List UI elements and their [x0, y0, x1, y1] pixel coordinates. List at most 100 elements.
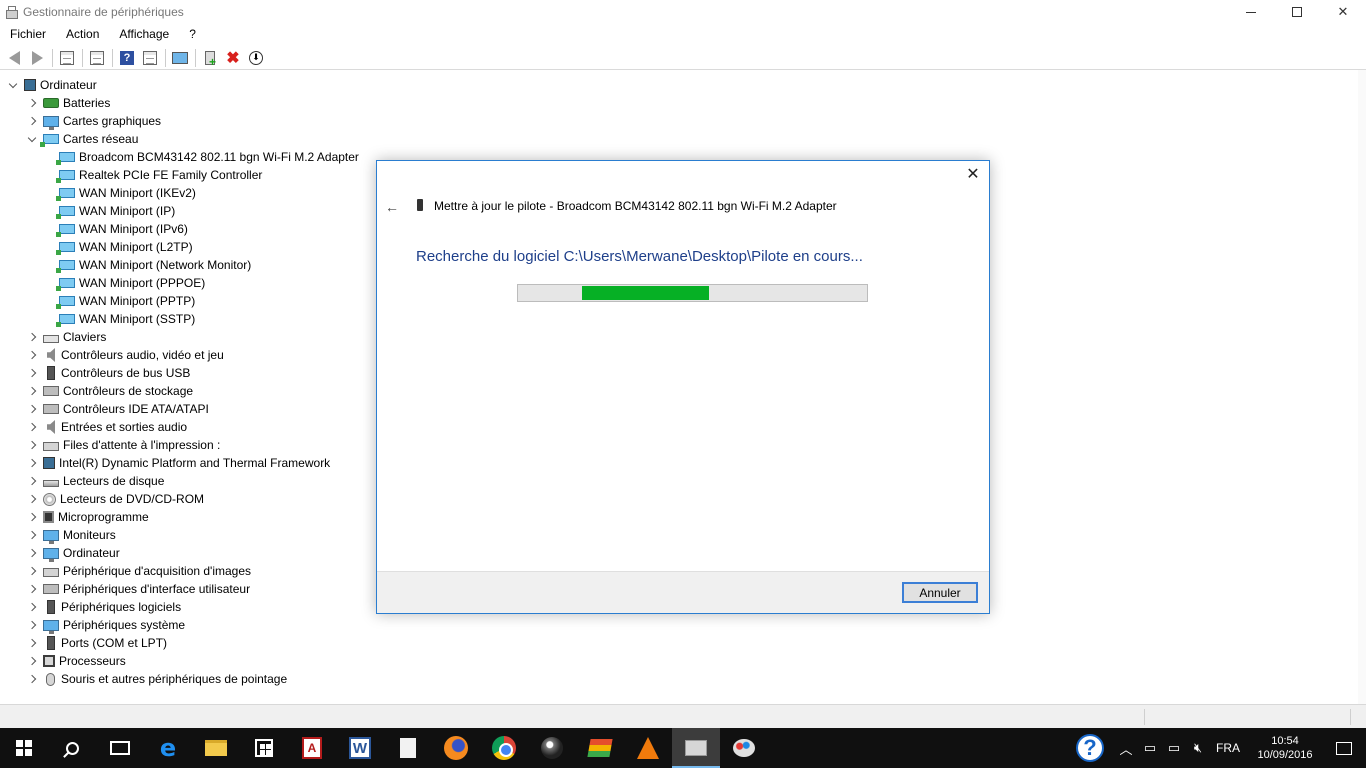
tree-category[interactable]: Périphériques logiciels: [27, 598, 181, 616]
forward-button[interactable]: [27, 48, 47, 68]
dialog-back-button[interactable]: ←: [385, 199, 399, 215]
tree-category[interactable]: Lecteurs de disque: [27, 472, 164, 490]
chevron-right-icon[interactable]: [27, 530, 37, 540]
disable-button[interactable]: ⬇: [246, 48, 266, 68]
console-button[interactable]: [140, 48, 160, 68]
chevron-down-icon[interactable]: [27, 134, 37, 144]
tree-device[interactable]: WAN Miniport (IKEv2): [53, 184, 196, 202]
tree-category[interactable]: Entrées et sorties audio: [27, 418, 187, 436]
tree-category[interactable]: Souris et autres périphériques de pointa…: [27, 670, 287, 688]
task-view-button[interactable]: [96, 728, 144, 768]
taskbar-edge[interactable]: e: [144, 728, 192, 768]
menu-action[interactable]: Action: [56, 27, 109, 41]
taskbar-document[interactable]: [384, 728, 432, 768]
tree-category[interactable]: Processeurs: [27, 652, 126, 670]
maximize-button[interactable]: [1274, 0, 1320, 24]
chevron-right-icon[interactable]: [27, 602, 37, 612]
taskbar-firefox[interactable]: [432, 728, 480, 768]
chevron-right-icon[interactable]: [27, 656, 37, 666]
battery-tray-icon[interactable]: ▭: [1162, 728, 1186, 768]
tree-category[interactable]: Intel(R) Dynamic Platform and Thermal Fr…: [27, 454, 330, 472]
tree-device[interactable]: WAN Miniport (SSTP): [53, 310, 195, 328]
chevron-up-icon[interactable]: ︿: [1114, 728, 1138, 768]
uninstall-button[interactable]: ✖: [223, 48, 243, 68]
tree-device[interactable]: WAN Miniport (PPPOE): [53, 274, 205, 292]
tree-category[interactable]: Périphérique d'acquisition d'images: [27, 562, 251, 580]
tree-category[interactable]: Cartes graphiques: [27, 112, 161, 130]
taskbar-word[interactable]: W: [336, 728, 384, 768]
back-button[interactable]: [4, 48, 24, 68]
taskbar-file-explorer[interactable]: [192, 728, 240, 768]
tree-category[interactable]: Contrôleurs IDE ATA/ATAPI: [27, 400, 209, 418]
start-button[interactable]: [0, 728, 48, 768]
tree-category[interactable]: Contrôleurs de bus USB: [27, 364, 190, 382]
tree-device[interactable]: WAN Miniport (Network Monitor): [53, 256, 251, 274]
menu-help[interactable]: ?: [179, 27, 206, 41]
scan-hardware-button[interactable]: [170, 48, 190, 68]
tree-category[interactable]: Files d'attente à l'impression :: [27, 436, 220, 454]
tree-category[interactable]: Claviers: [27, 328, 106, 346]
taskbar-chrome[interactable]: [480, 728, 528, 768]
tree-category[interactable]: Ports (COM et LPT): [27, 634, 167, 652]
chevron-right-icon[interactable]: [27, 332, 37, 342]
tree-device[interactable]: Broadcom BCM43142 802.11 bgn Wi-Fi M.2 A…: [53, 148, 359, 166]
volume-muted-icon[interactable]: 🔇︎: [1186, 728, 1210, 768]
help-icon[interactable]: ?: [1076, 734, 1104, 762]
help-button[interactable]: ?: [117, 48, 137, 68]
list-button[interactable]: [87, 48, 107, 68]
taskbar-paint[interactable]: [720, 728, 768, 768]
minimize-button[interactable]: [1228, 0, 1274, 24]
tree-device[interactable]: WAN Miniport (IP): [53, 202, 175, 220]
tree-device[interactable]: WAN Miniport (L2TP): [53, 238, 193, 256]
clock[interactable]: 10:54 10/09/2016: [1254, 734, 1316, 762]
close-window-button[interactable]: ✕: [1320, 0, 1366, 24]
tree-category[interactable]: Lecteurs de DVD/CD-ROM: [27, 490, 204, 508]
tree-category[interactable]: Contrôleurs audio, vidéo et jeu: [27, 346, 224, 364]
tree-category[interactable]: Périphériques d'interface utilisateur: [27, 580, 250, 598]
chevron-right-icon[interactable]: [27, 512, 37, 522]
chevron-right-icon[interactable]: [27, 350, 37, 360]
cancel-button[interactable]: Annuler: [902, 582, 978, 603]
chevron-right-icon[interactable]: [27, 98, 37, 108]
chevron-right-icon[interactable]: [27, 548, 37, 558]
tree-category[interactable]: Cartes réseau: [27, 130, 138, 148]
action-center-button[interactable]: [1322, 728, 1366, 768]
tree-category[interactable]: Microprogramme: [27, 508, 149, 526]
chevron-right-icon[interactable]: [27, 440, 37, 450]
taskbar-vlc[interactable]: [624, 728, 672, 768]
menu-affichage[interactable]: Affichage: [109, 27, 179, 41]
menu-fichier[interactable]: Fichier: [0, 27, 56, 41]
tree-category[interactable]: Périphériques système: [27, 616, 185, 634]
tree-device[interactable]: WAN Miniport (PPTP): [53, 292, 195, 310]
taskbar-acrobat[interactable]: A: [288, 728, 336, 768]
tree-category[interactable]: Moniteurs: [27, 526, 116, 544]
tree-root[interactable]: Ordinateur: [8, 76, 97, 94]
taskbar-stack-app[interactable]: [576, 728, 624, 768]
taskbar-globe-app[interactable]: [528, 728, 576, 768]
taskbar-store[interactable]: [240, 728, 288, 768]
chevron-right-icon[interactable]: [27, 116, 37, 126]
tree-device[interactable]: WAN Miniport (IPv6): [53, 220, 188, 238]
chevron-right-icon[interactable]: [27, 476, 37, 486]
chevron-right-icon[interactable]: [27, 584, 37, 594]
language-indicator[interactable]: FRA: [1216, 741, 1240, 755]
chevron-right-icon[interactable]: [27, 620, 37, 630]
dialog-close-button[interactable]: ✕: [966, 167, 980, 183]
tree-category[interactable]: Contrôleurs de stockage: [27, 382, 193, 400]
tree-device[interactable]: Realtek PCIe FE Family Controller: [53, 166, 262, 184]
chevron-right-icon[interactable]: [27, 422, 37, 432]
search-button[interactable]: [48, 728, 96, 768]
chevron-down-icon[interactable]: [8, 80, 18, 90]
network-tray-icon[interactable]: ▭: [1138, 728, 1162, 768]
chevron-right-icon[interactable]: [27, 458, 37, 468]
chevron-right-icon[interactable]: [27, 566, 37, 576]
update-driver-button[interactable]: [200, 48, 220, 69]
chevron-right-icon[interactable]: [27, 368, 37, 378]
tree-category[interactable]: Batteries: [27, 94, 110, 112]
chevron-right-icon[interactable]: [27, 494, 37, 504]
chevron-right-icon[interactable]: [27, 638, 37, 648]
properties-button[interactable]: [57, 48, 77, 68]
chevron-right-icon[interactable]: [27, 674, 37, 684]
chevron-right-icon[interactable]: [27, 386, 37, 396]
tree-category[interactable]: Ordinateur: [27, 544, 120, 562]
